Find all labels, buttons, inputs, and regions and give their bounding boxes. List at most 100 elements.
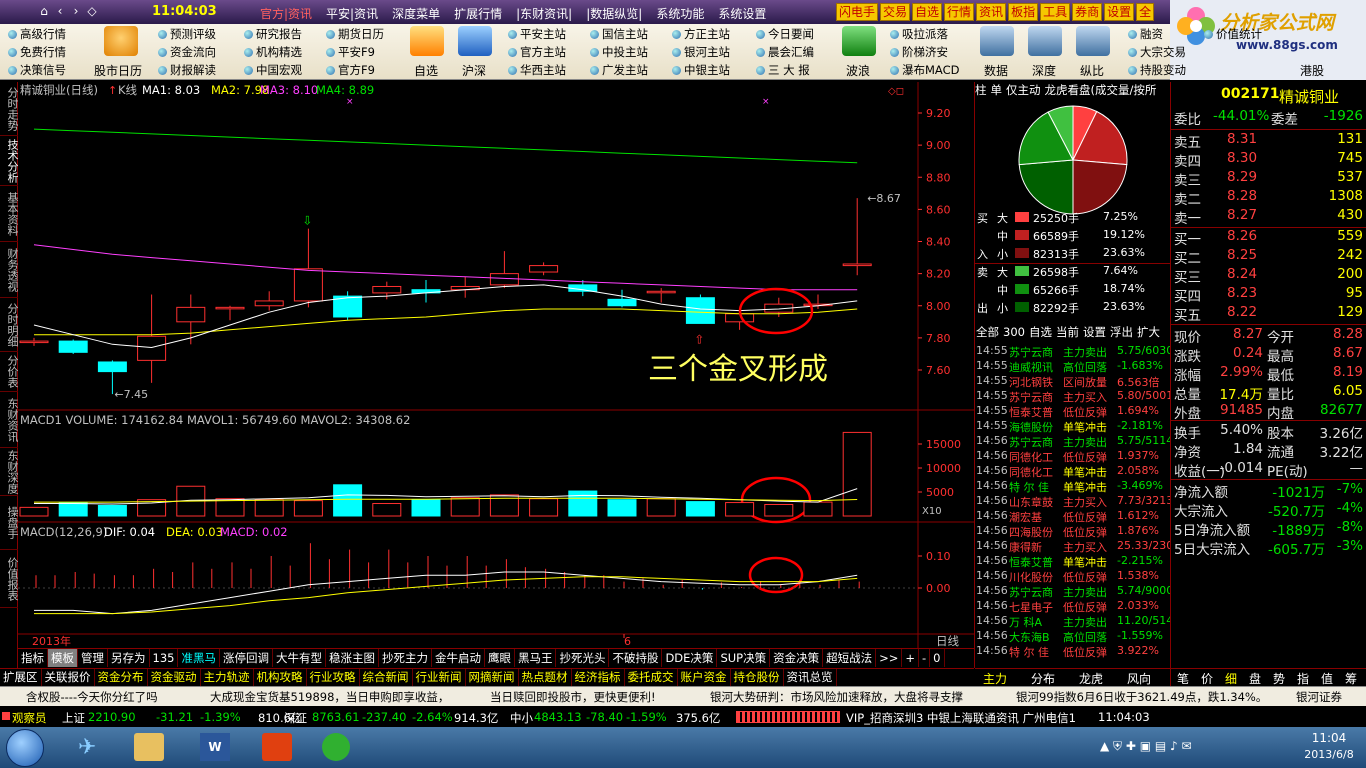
top-button[interactable]: 券商 [1072, 3, 1103, 21]
word-icon[interactable]: W [200, 733, 230, 761]
top-menu-item[interactable]: 平安|资讯 [326, 7, 378, 21]
indicator-tab[interactable]: 另存为 [108, 649, 150, 667]
top-button[interactable]: 资讯 [976, 3, 1007, 21]
toolbar-link[interactable]: 融资 [1128, 26, 1163, 42]
toolbar-link[interactable]: 期货日历 [326, 26, 384, 42]
extension-tab[interactable]: 资讯总览 [784, 669, 837, 686]
market-icon[interactable] [458, 26, 492, 56]
toolbar-link[interactable]: 资金流向 [158, 44, 216, 60]
extension-tab[interactable]: 行业新闻 [413, 669, 466, 686]
top-menu-item[interactable]: 系统功能 [656, 7, 704, 21]
kline-chart[interactable]: 9.20 9.00 8.80 8.60 8.40 8.20 8.00 7.80 7.60 精诚铜业… [18, 82, 974, 648]
bid-row[interactable]: 买二 8.25 242 [1171, 247, 1366, 267]
extension-tab[interactable]: 扩展区 [0, 669, 42, 686]
left-tab[interactable]: 财务透视 [0, 242, 19, 298]
tool-icon[interactable] [1076, 26, 1110, 56]
top-menu-item[interactable]: 扩展行情 [454, 7, 502, 21]
flow-tab[interactable]: 龙虎看盘(成交量/按所 [1045, 83, 1157, 97]
flow-row[interactable]: 14:56 四海股份 低位反弹 1.876% [975, 524, 1171, 539]
indicator-tab[interactable]: 黑马王 [515, 649, 557, 667]
extension-tab[interactable]: 资金驱动 [148, 669, 201, 686]
quote-bottom-tab[interactable]: 指 [1297, 670, 1309, 687]
flow-row[interactable]: 14:56 川化股份 低位反弹 1.538% [975, 569, 1171, 584]
top-button[interactable]: 闪电手 [836, 3, 879, 21]
indicator-tab[interactable]: 金牛启动 [432, 649, 485, 667]
flow-row[interactable]: 14:56 恒泰艾普 单笔冲击 -2.215% [975, 554, 1171, 569]
indicator-tab[interactable]: - [919, 649, 931, 667]
toolbar-link[interactable]: 吸拉派落 [890, 26, 948, 42]
bid-row[interactable]: 买三 8.24 200 [1171, 266, 1366, 286]
indicator-tab[interactable]: 稳涨主图 [326, 649, 379, 667]
tray-icons[interactable]: ▲ ⛨ ✚ ▣ ▤ ♪ ✉ [1100, 739, 1192, 754]
indicator-tab[interactable]: 模板 [48, 649, 78, 667]
watchlist-icon[interactable] [410, 26, 444, 56]
top-button[interactable]: 工具 [1040, 3, 1071, 21]
toolbar-link[interactable]: 持股变动 [1128, 62, 1186, 78]
top-menu-item[interactable]: 官方|资讯 [260, 7, 312, 21]
left-tab[interactable]: 分价表 [0, 352, 19, 392]
indicator-tab[interactable]: 不破持股 [609, 649, 663, 667]
toolbar-button-label[interactable]: 港股 [1300, 62, 1324, 79]
tool-icon[interactable] [980, 26, 1014, 56]
indicator-tab[interactable]: 鹰眼 [485, 649, 515, 667]
bid-row[interactable]: 买一 8.26 559 [1171, 228, 1366, 248]
toolbar-link[interactable]: 大宗交易 [1128, 44, 1186, 60]
ask-row[interactable]: 卖三 8.29 537 [1171, 169, 1366, 189]
toolbar-link[interactable]: 国信主站 [590, 26, 648, 42]
ticker-item[interactable]: 银河证券 [1296, 689, 1342, 705]
toolbar-link[interactable]: 高级行情 [8, 26, 66, 42]
bid-row[interactable]: 买四 8.23 95 [1171, 285, 1366, 305]
flow-row[interactable]: 14:55 河北钢铁 区间放量 6.563倍 [975, 374, 1171, 389]
ticker-item[interactable]: 当日赎回即投股市，更快更便利! [490, 689, 656, 705]
toolbar-link[interactable]: 平安F9 [326, 44, 375, 60]
chart-canvas[interactable]: 9.20 9.00 8.80 8.60 8.40 8.20 8.00 7.80 7.60 精诚铜业… [18, 82, 974, 648]
top-button[interactable]: 交易 [880, 3, 911, 21]
extension-tab[interactable]: 资金分布 [95, 669, 148, 686]
flow-row[interactable]: 14:56 同德化工 低位反弹 1.937% [975, 449, 1171, 464]
top-button[interactable]: 自选 [912, 3, 943, 21]
flow-filter[interactable]: 全部 [976, 325, 999, 339]
flow-filter[interactable]: 当前 [1056, 325, 1079, 339]
toolbar-link[interactable]: 广发主站 [590, 62, 648, 78]
indicator-tab[interactable]: 抄死光头 [556, 649, 610, 667]
bid-row[interactable]: 买五 8.22 129 [1171, 304, 1366, 324]
indicator-tab[interactable]: 资金决策 [770, 649, 824, 667]
toolbar-button-label[interactable]: 沪深 [462, 62, 486, 79]
indicator-tab[interactable]: 指标 [18, 649, 48, 667]
ticker-item[interactable]: 大成现金宝货基519898，当日申购即享收益， [210, 689, 449, 705]
flow-filter[interactable]: 自选 [1029, 325, 1052, 339]
toolbar-link[interactable]: 三 大 报 [756, 62, 810, 78]
ask-row[interactable]: 卖一 8.27 430 [1171, 207, 1366, 227]
folder-icon[interactable] [134, 733, 164, 761]
flow-bottom-tab[interactable]: 风向 [1127, 670, 1151, 687]
extension-tab[interactable]: 机构攻略 [254, 669, 307, 686]
toolbar-link[interactable]: 方正主站 [672, 26, 730, 42]
toolbar-link[interactable]: 预测评级 [158, 26, 216, 42]
wave-icon[interactable] [842, 26, 876, 56]
indicator-tab[interactable]: 抄死主力 [379, 649, 432, 667]
tool-icon[interactable] [1028, 26, 1062, 56]
home-icon[interactable]: ⌂ [36, 4, 52, 18]
indicator-tab[interactable]: 0 [930, 649, 945, 667]
toolbar-link[interactable]: 中国宏观 [244, 62, 302, 78]
left-tab[interactable]: 分时走势 [0, 82, 19, 136]
period-label[interactable]: 日线 [936, 634, 959, 648]
toolbar-link[interactable]: 机构精选 [244, 44, 302, 60]
ask-row[interactable]: 卖二 8.28 1308 [1171, 188, 1366, 208]
flow-tab[interactable]: 仅主动 [1006, 83, 1041, 97]
indicator-tab[interactable]: 准黑马 [178, 649, 220, 667]
top-menu-item[interactable]: |数据纵览| [586, 7, 642, 21]
top-button[interactable]: 全 [1136, 3, 1155, 21]
quote-bottom-tab[interactable]: 筹 [1345, 670, 1357, 687]
toolbar-link[interactable]: 中投主站 [590, 44, 648, 60]
flow-row[interactable]: 14:56 特 尔 佳 单笔冲击 -3.469% [975, 479, 1171, 494]
quote-bottom-tab[interactable]: 势 [1273, 670, 1285, 687]
flow-row[interactable]: 14:56 山东章鼓 主力买入 7.73/3213 [975, 494, 1171, 509]
left-tab[interactable]: 东财深度 [0, 448, 19, 496]
flow-row[interactable]: 14:56 康得新 主力买入 25.33/230 [975, 539, 1171, 554]
indicator-tab[interactable]: 135 [150, 649, 179, 667]
calendar-icon[interactable] [104, 26, 138, 56]
top-button[interactable]: 板指 [1008, 3, 1039, 21]
toolbar-link[interactable]: 价值统计 [1204, 26, 1262, 42]
ticker-item[interactable]: 银河99指数6月6日收于3621.49点，跌1.34%。 [1016, 689, 1267, 705]
